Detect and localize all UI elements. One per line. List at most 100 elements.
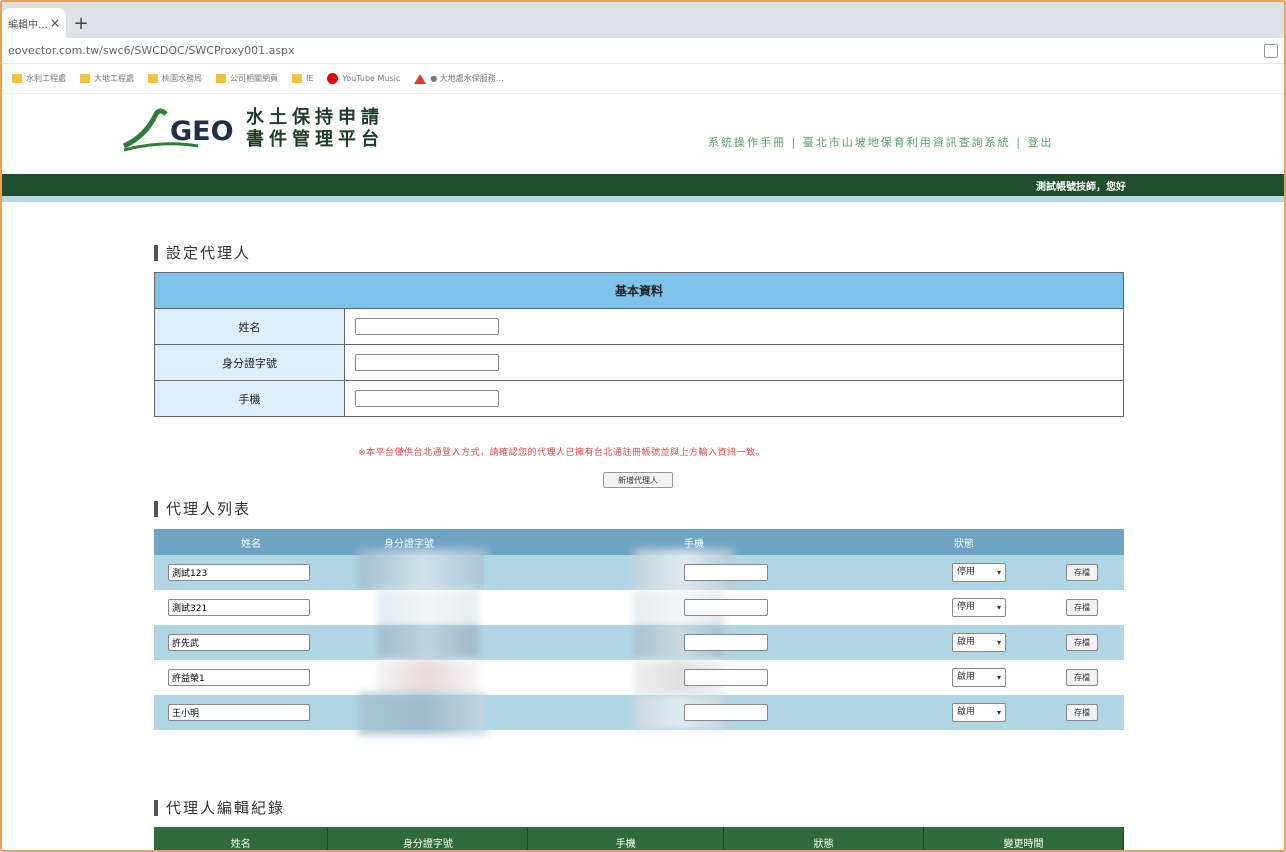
bookmark-label: 大地工程處: [94, 74, 134, 83]
status-value: 停用: [957, 602, 976, 612]
site-title: 水土保持申請 書件管理平台: [246, 107, 384, 151]
agent-name-input[interactable]: [168, 599, 310, 616]
agents-section-title: 代理人列表: [154, 498, 251, 519]
geo-logo-mark: GEO: [122, 106, 242, 152]
tab-title: 編輯中…: [8, 19, 48, 31]
redacted-id: [358, 693, 488, 735]
redacted-id: [378, 625, 478, 660]
bookmark-label: 水利工程處: [26, 74, 66, 83]
redacted-id: [378, 590, 478, 625]
share-icon[interactable]: [1264, 43, 1278, 58]
save-button[interactable]: 存檔: [1066, 564, 1098, 581]
bookmark-item[interactable]: YouTube Music: [327, 73, 400, 84]
agents-title-text: 代理人列表: [166, 500, 252, 518]
chevron-down-icon: ▾: [996, 708, 1001, 717]
browser-window: 編輯中… × + eovector.com.tw/swc6/SWCDOC/SWC…: [0, 0, 1286, 852]
status-value: 啟用: [957, 707, 976, 717]
bookmark-item[interactable]: 大地工程處: [80, 73, 134, 84]
section-marker: [154, 500, 158, 517]
add-agent-button[interactable]: 新增代理人: [603, 472, 673, 488]
save-button[interactable]: 存檔: [1066, 634, 1098, 651]
site-title-line1: 水土保持申請: [246, 107, 384, 128]
agent-name-input[interactable]: [168, 634, 310, 651]
history-col-status: 狀態: [723, 827, 925, 850]
save-button[interactable]: 存檔: [1066, 599, 1098, 616]
history-col-changed-time: 變更時間: [923, 827, 1124, 850]
gis-query-link[interactable]: 臺北市山坡地保育利用資訊查詢系統: [803, 136, 1011, 149]
tab-close-icon[interactable]: ×: [50, 16, 60, 30]
history-header-row: 姓名 身分證字號 手機 狀態 變更時間: [154, 827, 1124, 850]
folder-icon: [292, 74, 302, 83]
bookmark-item[interactable]: IE: [292, 74, 313, 83]
warning-icon: [414, 73, 427, 84]
bookmark-item[interactable]: 公司相關網頁: [216, 73, 278, 84]
col-action-header: [1024, 529, 1124, 555]
browser-tab[interactable]: 編輯中… ×: [2, 8, 66, 38]
tab-bar: 編輯中… × +: [2, 2, 1284, 38]
top-links: 系統操作手冊 | 臺北市山坡地保育利用資訊查詢系統 | 登出: [708, 136, 1054, 149]
agent-name-input[interactable]: [168, 564, 310, 581]
folder-icon: [12, 74, 22, 83]
address-bar[interactable]: eovector.com.tw/swc6/SWCDOC/SWCProxy001.…: [2, 38, 1284, 64]
user-greeting: 測試帳號技師，您好: [1036, 182, 1126, 193]
status-value: 啟用: [957, 637, 976, 647]
new-tab-button[interactable]: +: [66, 8, 96, 38]
site-logo[interactable]: GEO 水土保持申請 書件管理平台: [122, 106, 384, 152]
bookmark-label: IE: [306, 74, 314, 83]
status-value: 停用: [957, 567, 976, 577]
status-select[interactable]: 停用 ▾: [952, 563, 1006, 582]
folder-icon: [148, 74, 158, 83]
id-number-input[interactable]: [355, 354, 499, 372]
table-row: 停用 ▾ 存檔: [154, 549, 1124, 590]
setup-section-title: 設定代理人: [154, 242, 251, 263]
save-button[interactable]: 存檔: [1066, 669, 1098, 686]
mobile-label: 手機: [154, 380, 345, 417]
name-label: 姓名: [154, 308, 345, 345]
section-marker: [154, 799, 158, 816]
youtube-icon: [327, 73, 339, 84]
logout-link[interactable]: 登出: [1027, 136, 1053, 149]
history-title-text: 代理人編輯紀錄: [166, 799, 286, 817]
name-input[interactable]: [355, 318, 499, 336]
bookmark-label: YouTube Music: [342, 74, 401, 83]
bookmark-label: ● 大地處水保服務…: [430, 74, 504, 83]
history-section-title: 代理人編輯紀錄: [154, 797, 285, 818]
status-select[interactable]: 啟用 ▾: [952, 703, 1006, 722]
col-status-header: 狀態: [904, 529, 1024, 555]
table-row: 停用 ▾ 存檔: [154, 590, 1124, 625]
agent-name-input[interactable]: [168, 704, 310, 721]
navbar-accent: [2, 196, 1284, 202]
setup-title-text: 設定代理人: [166, 244, 252, 262]
id-number-label: 身分證字號: [154, 344, 345, 381]
agent-name-input[interactable]: [168, 669, 310, 686]
agent-mobile-input[interactable]: [684, 599, 768, 616]
status-select[interactable]: 啟用 ▾: [952, 668, 1006, 687]
mobile-input[interactable]: [355, 390, 499, 408]
logo-swoosh-icon: GEO: [122, 108, 234, 152]
col-name-header: 姓名: [154, 529, 334, 555]
redacted-id: [358, 549, 488, 589]
agent-mobile-input[interactable]: [684, 669, 768, 686]
manual-link[interactable]: 系統操作手冊: [708, 136, 786, 149]
site-header: GEO 水土保持申請 書件管理平台 系統操作手冊 | 臺北市山坡地保育利用資訊查…: [2, 94, 1284, 174]
bookmark-item[interactable]: 桃園水務局: [148, 73, 202, 84]
history-col-mobile: 手機: [527, 827, 725, 850]
url-text[interactable]: eovector.com.tw/swc6/SWCDOC/SWCProxy001.…: [8, 44, 1264, 57]
basic-info-table: 基本資料 姓名 身分證字號 手機: [154, 272, 1124, 417]
main-navbar: 測試帳號技師，您好: [2, 174, 1284, 196]
bookmarks-bar: 水利工程處 大地工程處 桃園水務局 公司相關網頁 IE YouTube Musi…: [2, 64, 1284, 94]
redacted-id: [378, 660, 478, 695]
status-select[interactable]: 啟用 ▾: [952, 633, 1006, 652]
chevron-down-icon: ▾: [996, 603, 1001, 612]
folder-icon: [216, 74, 226, 83]
agent-mobile-input[interactable]: [684, 704, 768, 721]
table-row: 啟用 ▾ 存檔: [154, 625, 1124, 660]
status-select[interactable]: 停用 ▾: [952, 598, 1006, 617]
bookmark-item[interactable]: ● 大地處水保服務…: [414, 73, 504, 84]
history-col-name: 姓名: [154, 827, 329, 850]
status-value: 啟用: [957, 672, 976, 682]
save-button[interactable]: 存檔: [1066, 704, 1098, 721]
bookmark-item[interactable]: 水利工程處: [12, 73, 66, 84]
agent-mobile-input[interactable]: [684, 564, 768, 581]
agent-mobile-input[interactable]: [684, 634, 768, 651]
